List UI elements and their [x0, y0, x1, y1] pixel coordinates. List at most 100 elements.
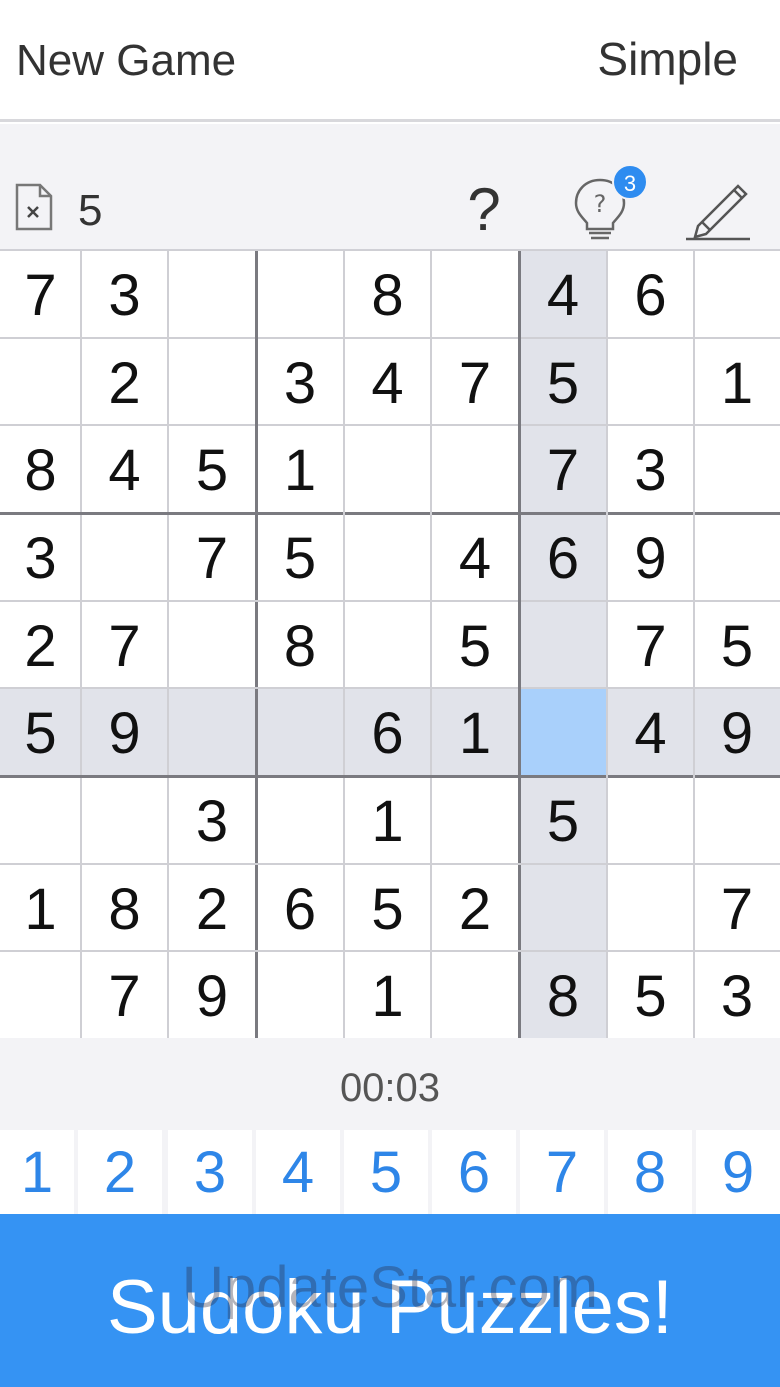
board-cell[interactable]	[431, 250, 519, 338]
board-cell[interactable]	[81, 776, 168, 864]
board-cell[interactable]: 4	[519, 250, 607, 338]
board-cell[interactable]: 3	[0, 513, 81, 601]
board-cell[interactable]: 6	[519, 513, 607, 601]
board-cell[interactable]: 9	[81, 688, 168, 776]
board-cell[interactable]: 2	[168, 864, 256, 951]
pencil-button[interactable]	[684, 176, 752, 242]
board-cell[interactable]	[256, 776, 344, 864]
board-cell[interactable]	[0, 338, 81, 425]
number-key-5[interactable]: 5	[344, 1130, 428, 1214]
board-cell[interactable]: 7	[81, 951, 168, 1038]
board-cell[interactable]: 3	[607, 425, 694, 513]
number-key-1[interactable]: 1	[0, 1130, 74, 1214]
board-cell[interactable]	[0, 951, 81, 1038]
board-cell[interactable]	[519, 688, 607, 776]
board-cell[interactable]: 6	[256, 864, 344, 951]
board-cell[interactable]	[81, 513, 168, 601]
board-cell[interactable]: 1	[694, 338, 780, 425]
board-cell[interactable]: 1	[344, 951, 431, 1038]
board-cell[interactable]: 8	[344, 250, 431, 338]
board-cell[interactable]: 5	[431, 601, 519, 688]
new-game-button[interactable]: New Game	[16, 36, 236, 86]
number-key-3[interactable]: 3	[168, 1130, 252, 1214]
board-cell[interactable]: 8	[81, 864, 168, 951]
board-cell[interactable]	[168, 250, 256, 338]
board-cell[interactable]: 7	[694, 864, 780, 951]
board-cell[interactable]: 7	[431, 338, 519, 425]
number-key-6[interactable]: 6	[432, 1130, 516, 1214]
board-cell[interactable]: 4	[344, 338, 431, 425]
board-cell[interactable]: 8	[256, 601, 344, 688]
board-cell[interactable]: 5	[519, 776, 607, 864]
board-cell[interactable]	[344, 425, 431, 513]
board-cell[interactable]: 8	[519, 951, 607, 1038]
board-cell[interactable]: 5	[694, 601, 780, 688]
cell-divider	[606, 250, 608, 1038]
board-cell[interactable]: 7	[519, 425, 607, 513]
board-cell[interactable]: 2	[0, 601, 81, 688]
board-cell[interactable]: 5	[519, 338, 607, 425]
board-cell[interactable]: 4	[607, 688, 694, 776]
board-cell[interactable]: 9	[168, 951, 256, 1038]
board-cell[interactable]: 5	[168, 425, 256, 513]
board-cell[interactable]: 3	[81, 250, 168, 338]
board-cell[interactable]	[168, 688, 256, 776]
board-cell[interactable]: 7	[607, 601, 694, 688]
board-cell[interactable]: 3	[168, 776, 256, 864]
board-cell[interactable]	[519, 864, 607, 951]
number-key-7[interactable]: 7	[520, 1130, 604, 1214]
board-cell[interactable]: 7	[168, 513, 256, 601]
board-cell[interactable]: 5	[607, 951, 694, 1038]
board-cell[interactable]	[344, 513, 431, 601]
board-cell[interactable]	[0, 776, 81, 864]
number-key-8[interactable]: 8	[608, 1130, 692, 1214]
board-cell[interactable]	[431, 425, 519, 513]
board-cell[interactable]: 5	[0, 688, 81, 776]
board-cell[interactable]: 9	[694, 688, 780, 776]
board-cell[interactable]	[607, 864, 694, 951]
board-cell[interactable]	[607, 776, 694, 864]
difficulty-selector[interactable]: Simple	[597, 32, 738, 86]
board-cell[interactable]	[256, 688, 344, 776]
board-cell[interactable]	[168, 601, 256, 688]
board-cell[interactable]	[431, 951, 519, 1038]
board-cell[interactable]: 7	[81, 601, 168, 688]
board-cell[interactable]: 6	[344, 688, 431, 776]
board-cell[interactable]: 5	[256, 513, 344, 601]
board-cell[interactable]	[256, 250, 344, 338]
board-cell[interactable]: 2	[81, 338, 168, 425]
board-cell[interactable]	[694, 513, 780, 601]
board-cell[interactable]: 5	[344, 864, 431, 951]
board-cell[interactable]	[168, 338, 256, 425]
board-cell[interactable]	[694, 425, 780, 513]
board-cell[interactable]: 1	[256, 425, 344, 513]
help-button[interactable]: ?	[462, 180, 506, 240]
board-cell[interactable]: 3	[256, 338, 344, 425]
board-cell[interactable]	[519, 601, 607, 688]
board-cell[interactable]: 4	[431, 513, 519, 601]
board-cell[interactable]	[694, 250, 780, 338]
board-cell[interactable]	[431, 776, 519, 864]
board-cell[interactable]: 1	[344, 776, 431, 864]
board-cell[interactable]	[344, 601, 431, 688]
board-cell[interactable]: 4	[81, 425, 168, 513]
board-cell[interactable]: 2	[431, 864, 519, 951]
cell-divider	[0, 337, 780, 339]
game-toolbar: 5 ? ? 3	[0, 124, 780, 250]
number-key-4[interactable]: 4	[256, 1130, 340, 1214]
board-cell[interactable]: 1	[0, 864, 81, 951]
promo-banner[interactable]: Sudoku Puzzles! UpdateStar.com	[0, 1214, 780, 1387]
game-timer: 00:03	[339, 1066, 441, 1110]
board-cell[interactable]: 1	[431, 688, 519, 776]
board-cell[interactable]: 7	[0, 250, 81, 338]
board-cell[interactable]: 9	[607, 513, 694, 601]
board-cell[interactable]: 6	[607, 250, 694, 338]
board-cell[interactable]	[607, 338, 694, 425]
board-cell[interactable]: 3	[694, 951, 780, 1038]
board-cell[interactable]: 8	[0, 425, 81, 513]
number-key-9[interactable]: 9	[696, 1130, 780, 1214]
board-cell[interactable]	[256, 951, 344, 1038]
hint-count-badge: 3	[612, 164, 648, 200]
board-cell[interactable]	[694, 776, 780, 864]
number-key-2[interactable]: 2	[78, 1130, 162, 1214]
